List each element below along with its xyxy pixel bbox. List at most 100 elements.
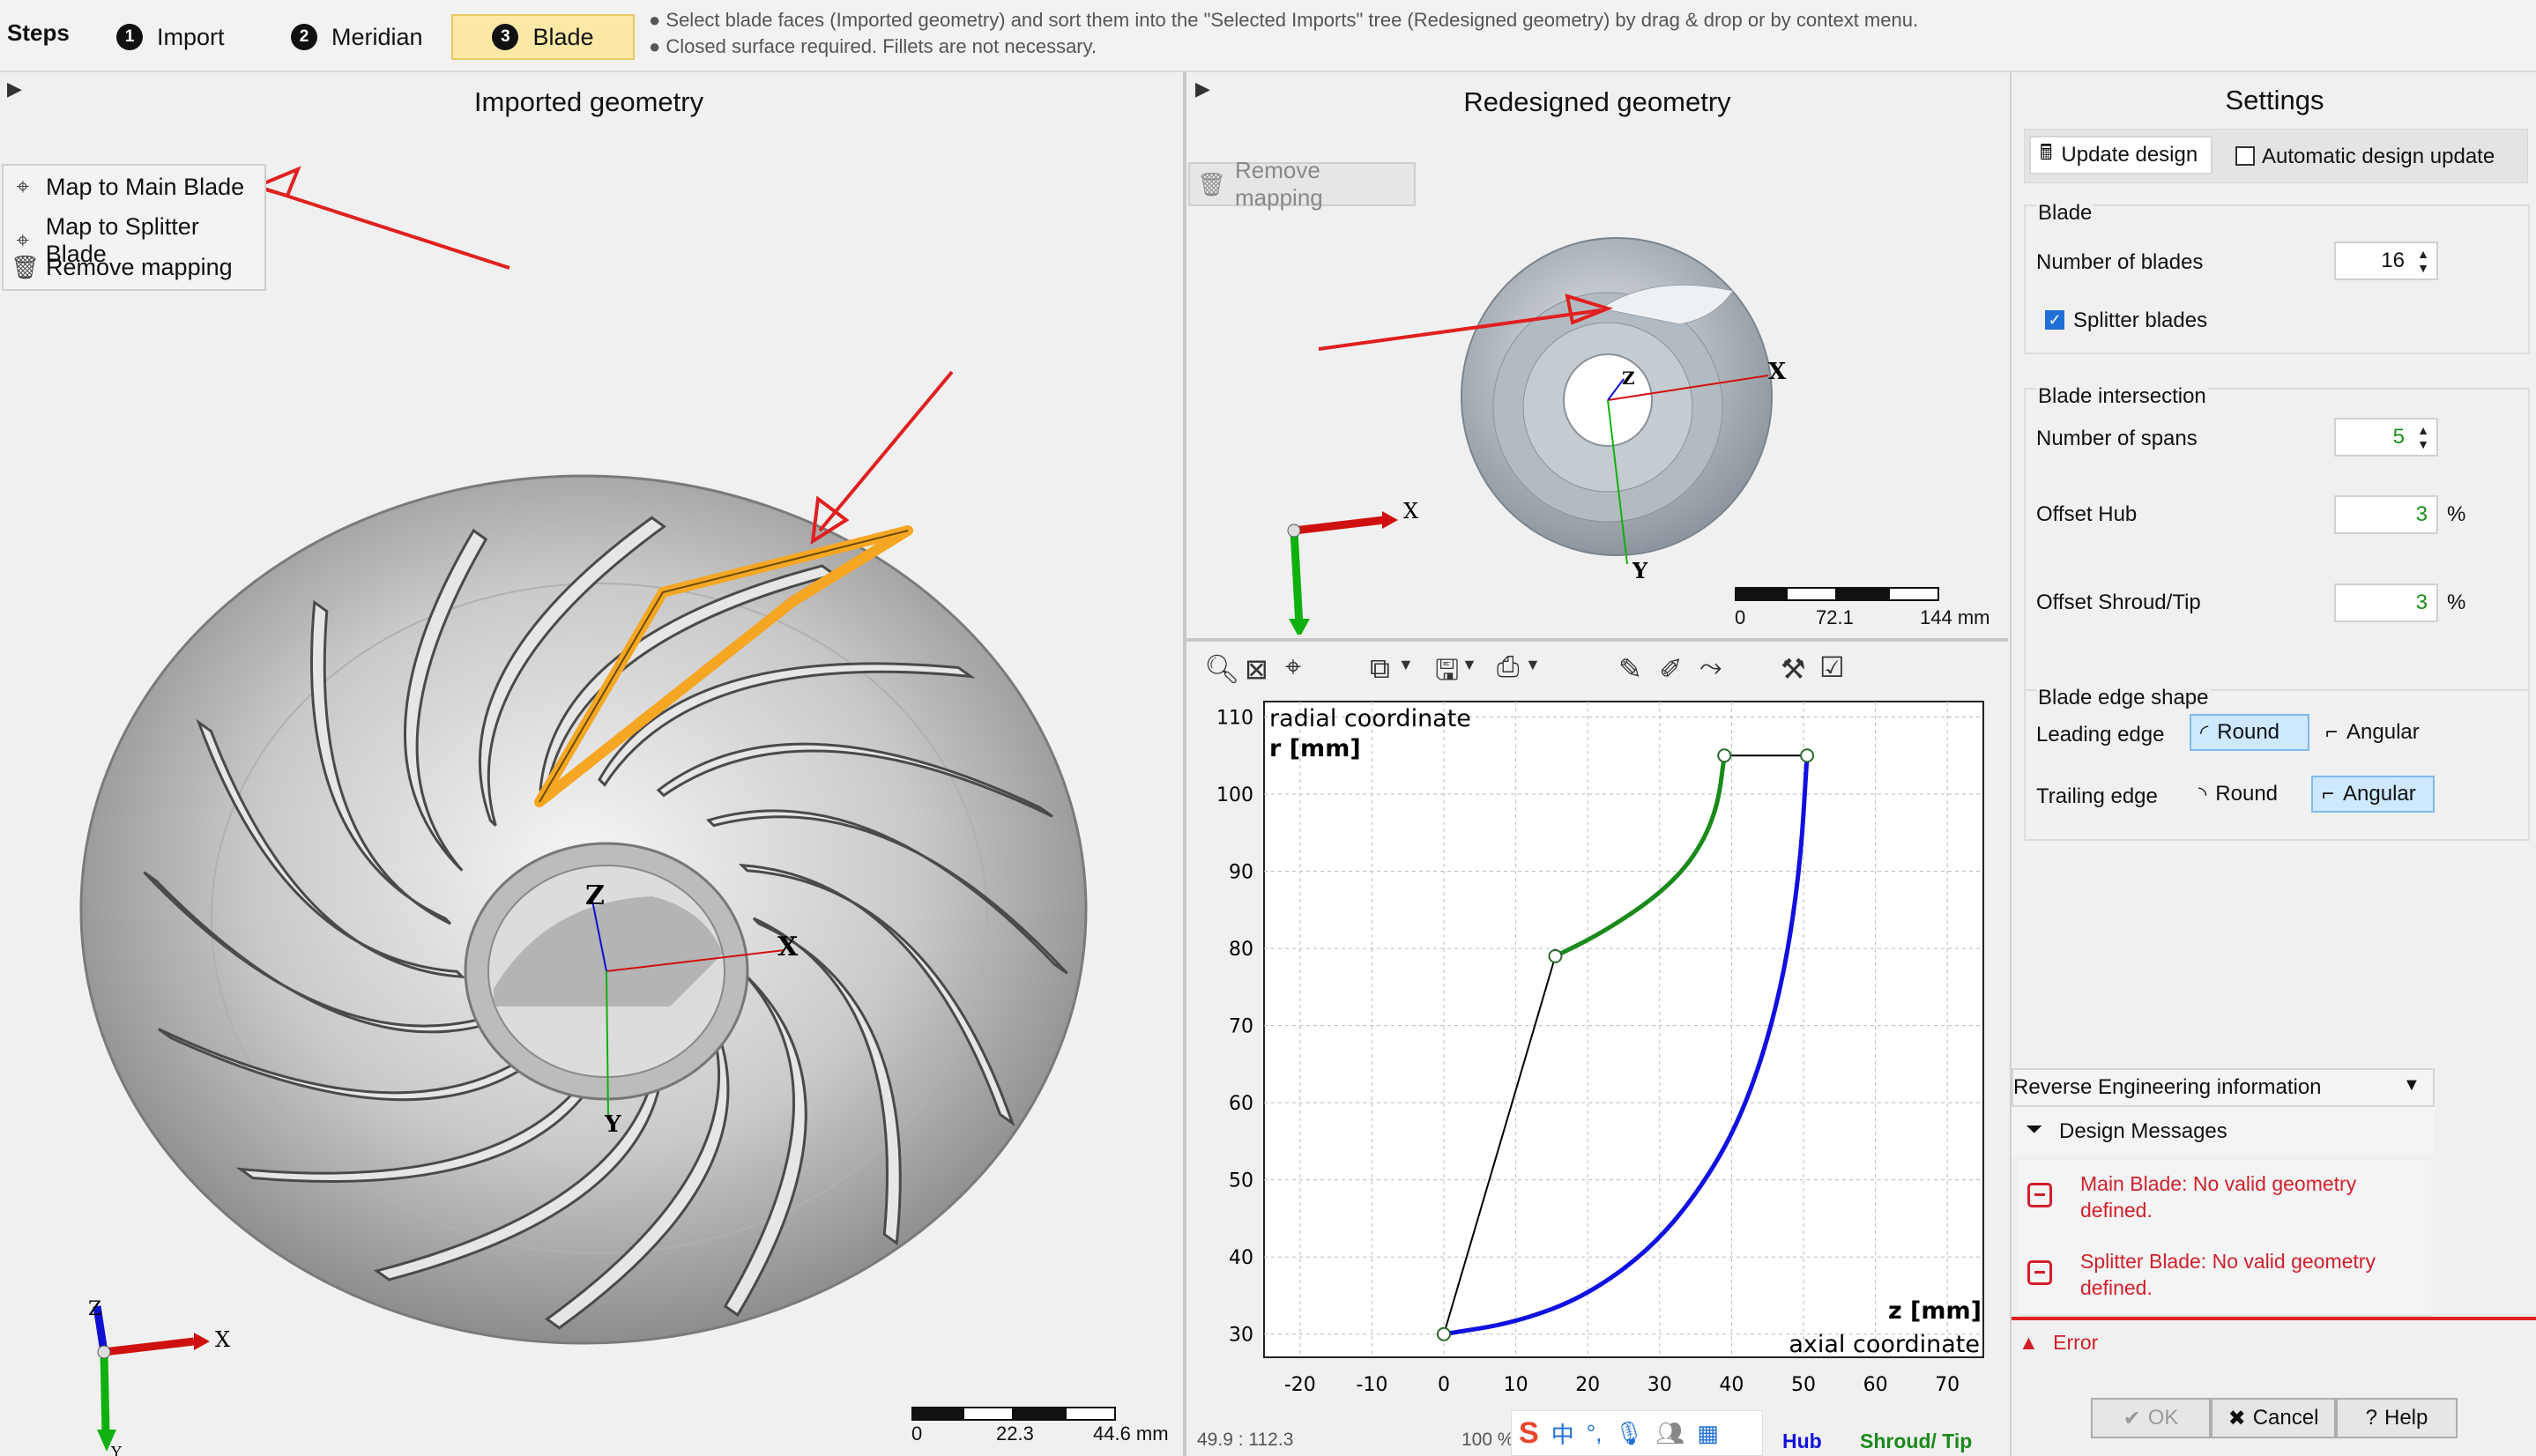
orientation-triad (1287, 511, 1398, 635)
angular-edge-icon: ⌐ (2325, 720, 2339, 744)
scale-label-0: 0 (1735, 606, 1746, 628)
ime-punct-icon[interactable]: °, (1587, 1420, 1603, 1447)
leading-angular-option[interactable]: ⌐ Angular (2317, 714, 2449, 751)
crosshair-icon: ⌖ (16, 173, 30, 199)
x-tick-label: 40 (1719, 1374, 1744, 1396)
x-tick-label: 60 (1863, 1374, 1888, 1396)
print-icon[interactable]: ⎙ (1497, 650, 1520, 684)
annotation-arrow-menu (249, 166, 510, 270)
cursor-coords: 49.9 : 112.3 (1197, 1430, 1294, 1450)
offset-tip-input[interactable]: 3 (2334, 583, 2438, 622)
error-divider (2012, 1317, 2536, 1320)
y-ticks: 30 40 50 60 70 80 90 100 110 (1216, 708, 1253, 1347)
axis-z-label: Z (585, 880, 605, 911)
remove-mapping-button[interactable]: 🗑 Remove mapping (1188, 157, 1416, 211)
triad-y-label: Y (110, 1444, 123, 1456)
option-label: Round (2217, 720, 2280, 744)
filter-icon[interactable]: ⏷ (2026, 1118, 2042, 1142)
intersection-group-title: Blade intersection (2036, 384, 2208, 409)
crosshair-icon: ⌖ (16, 227, 30, 253)
message-text: Main Blade: No valid geometry defined. (2080, 1172, 2357, 1222)
edit-curve-2-icon[interactable]: ✐ (1659, 652, 1683, 686)
y-tick-label: 60 (1229, 1093, 1253, 1115)
update-design-button[interactable]: 🖩 Update design (2029, 136, 2212, 175)
crosshair-icon[interactable]: ⌖ (1285, 650, 1301, 684)
legend-hub: Hub (1782, 1430, 1822, 1452)
chevron-down-icon[interactable]: ▼ (1525, 656, 1541, 674)
control-point[interactable] (1717, 748, 1732, 763)
round-edge-icon: ◜ (2200, 720, 2209, 745)
splitter-horizontal[interactable] (1186, 638, 2008, 642)
edit-curve-icon[interactable]: ✎ (1618, 652, 1642, 686)
chevron-down-icon[interactable]: ▼ (1461, 656, 1477, 674)
auto-update-checkbox[interactable] (2235, 146, 2255, 166)
step-meridian[interactable]: 2 Meridian (273, 14, 441, 60)
trailing-angular-option[interactable]: ⌐ Angular (2311, 776, 2435, 813)
triad-x-label: X (215, 1327, 230, 1352)
tool-icon[interactable]: ⚒ (1781, 652, 1806, 686)
message-item[interactable]: Main Blade: No valid geometry defined. (2019, 1160, 2431, 1239)
y-tick-label: 50 (1229, 1170, 1253, 1192)
spinner-arrows-icon[interactable]: ▲ ▼ (2417, 423, 2429, 451)
leading-edge-label: Leading edge (2036, 723, 2165, 747)
auto-update-label: Automatic design update (2262, 145, 2495, 168)
error-minus-icon (2027, 1183, 2052, 1207)
grid-icon[interactable]: ▦ (1697, 1420, 1719, 1447)
num-spans-spinner[interactable]: 5 ▲ ▼ (2334, 418, 2438, 457)
x-tick-label: 30 (1647, 1374, 1672, 1396)
y-tick-label: 90 (1229, 862, 1253, 884)
x-axis-unit: z [mm] (1888, 1297, 1982, 1325)
num-blades-spinner[interactable]: 16 ▲ ▼ (2334, 241, 2438, 280)
error-section[interactable]: ▲ Error (2019, 1331, 2098, 1355)
user-icon[interactable]: 👥︎ (1655, 1420, 1684, 1447)
num-blades-value: 16 (2381, 249, 2405, 272)
leading-round-option[interactable]: ◜ Round (2190, 714, 2309, 751)
meridional-chart[interactable]: -20 -10 0 10 20 30 40 50 60 70 30 40 50 60 70 80 90 100 1… (1192, 696, 1985, 1403)
step-number: 1 (116, 24, 143, 50)
zoom-fit-icon[interactable]: ⊠ (1245, 652, 1268, 686)
ok-button[interactable]: ✔ OK (2091, 1398, 2211, 1438)
help-button[interactable]: ? Help (2336, 1398, 2458, 1438)
offset-hub-input[interactable]: 3 (2334, 495, 2438, 534)
menu-remove-mapping[interactable]: 🗑 Remove mapping (11, 254, 233, 281)
calculator-icon: 🖩 (2040, 140, 2053, 165)
step-blade[interactable]: 3 Blade (451, 14, 635, 60)
chevron-down-icon[interactable]: ▼ (1398, 656, 1414, 674)
chart-toolbar: 🔍︎ ⊠ ⌖ ⧉ ▼ 🖫 ▼ ⎙ ▼ ✎ ✐ ⤳ ⚒ ☑ (1186, 643, 2008, 696)
legend-shroud: Shroud/ Tip (1860, 1430, 1973, 1452)
x-tick-label: -10 (1356, 1374, 1387, 1396)
check-icon: ✔ (2123, 1406, 2141, 1430)
redesigned-view[interactable]: X Z Y X (1186, 212, 2008, 635)
chart-grid (1263, 701, 1984, 1358)
y-tick-label: 100 (1216, 784, 1253, 806)
menu-map-main-blade[interactable]: ⌖ Map to Main Blade (11, 173, 244, 201)
ime-lang-icon[interactable]: 中 (1551, 1417, 1574, 1450)
spinner-arrows-icon[interactable]: ▲ ▼ (2417, 247, 2429, 275)
reverse-info-header[interactable]: Reverse Engineering information ▼ (2012, 1068, 2435, 1107)
redesigned-title: Redesigned geometry (1463, 86, 1731, 117)
orientation-triad (93, 1305, 210, 1452)
message-item[interactable]: Splitter Blade: No valid geometry define… (2019, 1237, 2431, 1317)
zoom-icon[interactable]: 🔍︎ (1204, 652, 1240, 686)
y-tick-label: 70 (1229, 1016, 1253, 1038)
ime-toolbar[interactable]: S 中 °, 🎙︎ 👥︎ ▦ (1511, 1410, 1763, 1456)
y-tick-label: 40 (1229, 1247, 1253, 1269)
control-point[interactable] (1800, 748, 1815, 763)
cancel-button[interactable]: ✖ Cancel (2211, 1398, 2336, 1438)
cancel-label: Cancel (2252, 1406, 2319, 1430)
curve-tool-icon[interactable]: ⤳ (1699, 650, 1722, 684)
splitter-blades-checkbox[interactable]: ✓ (2045, 310, 2064, 330)
step-import[interactable]: 1 Import (99, 14, 242, 60)
control-point[interactable] (1437, 1326, 1451, 1341)
microphone-icon[interactable]: 🎙︎ (1614, 1420, 1643, 1447)
checklist-icon[interactable]: ☑ (1819, 650, 1845, 684)
offset-tip-unit: % (2447, 591, 2466, 614)
chevron-down-icon[interactable]: ▼ (2403, 1075, 2421, 1096)
axis-x-label: X (1768, 359, 1787, 385)
x-axis-title: axial coordinate (1789, 1331, 1980, 1358)
save-icon[interactable]: 🖫 (1435, 650, 1459, 698)
scale-bar (1735, 587, 1939, 601)
copy-icon[interactable]: ⧉ (1370, 652, 1390, 686)
control-point[interactable] (1548, 948, 1563, 963)
trailing-round-option[interactable]: ◝ Round (2190, 776, 2309, 813)
